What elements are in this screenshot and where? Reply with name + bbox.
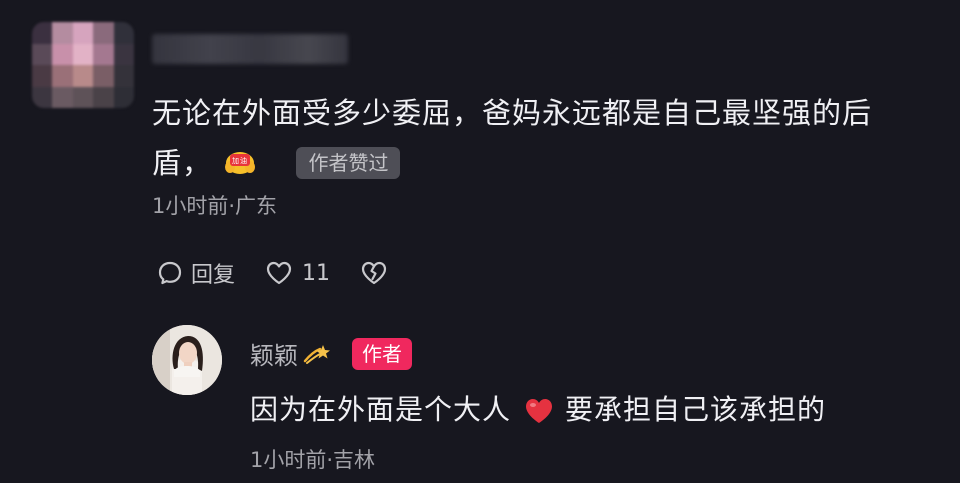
like-button[interactable]: 11	[265, 260, 330, 286]
comment-text-line1: 无论在外面受多少委屈，爸妈永远都是自己最坚强的后	[152, 96, 873, 130]
commenter-name-blurred[interactable]	[152, 34, 348, 64]
author-tag: 作者	[352, 337, 412, 370]
comment-section: 无论在外面受多少委屈，爸妈永远都是自己最坚强的后 盾， 加油 作者赞过 1小时前…	[0, 0, 960, 483]
comment-meta: 1小时前·广东	[152, 194, 278, 218]
reply-avatar[interactable]	[152, 325, 222, 395]
reply-meta: 1小时前·吉林	[250, 448, 376, 472]
comment-text-line2: 盾，	[152, 146, 213, 180]
reply-button[interactable]: 回复	[157, 257, 235, 289]
shooting-star-icon	[302, 341, 332, 367]
dislike-button[interactable]	[360, 260, 388, 286]
like-count: 11	[302, 260, 331, 286]
commenter-avatar[interactable]	[32, 22, 134, 108]
reply-username[interactable]: 颖颖	[250, 336, 298, 371]
cheer-emoji-icon: 加油	[224, 140, 256, 174]
author-liked-badge: 作者赞过	[296, 147, 401, 179]
reply-text-after: 要承担自己该承担的	[565, 393, 827, 426]
reply-label: 回复	[191, 263, 236, 288]
red-heart-icon	[523, 395, 555, 425]
reply-username-row: 颖颖 作者	[250, 336, 412, 371]
comment-actions: 回复 11	[157, 255, 388, 291]
broken-heart-icon	[360, 260, 388, 286]
reply-text: 因为在外面是个大人 要承担自己该承担的	[250, 388, 826, 432]
reply-text-before: 因为在外面是个大人	[250, 393, 512, 426]
svg-text:加油: 加油	[232, 156, 248, 165]
comment-bubble-icon	[157, 260, 183, 286]
comment-text: 无论在外面受多少委屈，爸妈永远都是自己最坚强的后 盾， 加油 作者赞过	[152, 88, 942, 188]
heart-outline-icon	[265, 260, 293, 286]
